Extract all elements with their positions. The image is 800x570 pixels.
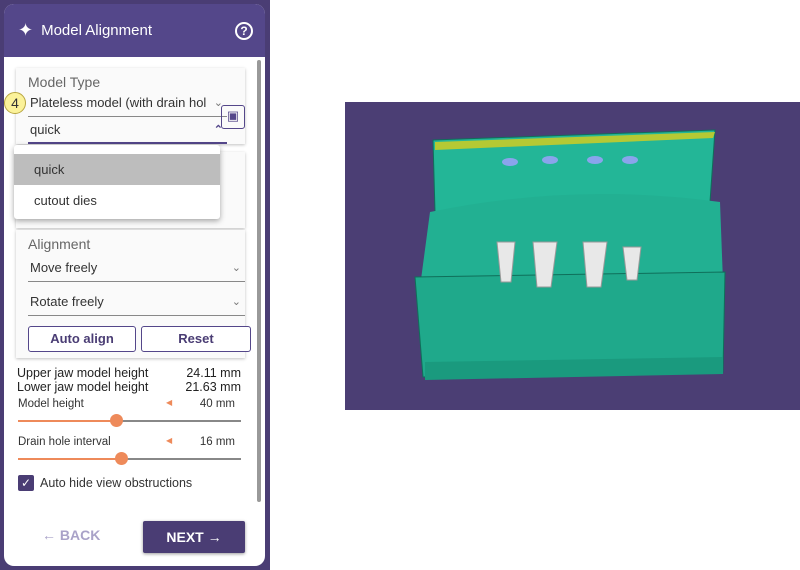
caret-left-icon: ◀ [166,436,173,445]
model-subtype-select[interactable]: quick ⌃ [28,118,227,144]
help-icon[interactable]: ? [235,22,253,40]
drain-hole-slider[interactable] [18,452,241,465]
model-type-label: Model Type [28,74,101,90]
magic-wand-icon: ✦ [18,20,34,40]
model-type-card: Model Type Plateless model (with drain h… [16,68,245,144]
slider-handle[interactable] [114,452,128,465]
auto-hide-label: Auto hide view obstructions [40,476,193,490]
lower-jaw-height: Lower jaw model height 21.63 mm [17,380,241,394]
arrow-left-icon: ← [42,527,60,543]
move-value: Move freely [30,260,98,275]
upper-jaw-height: Upper jaw model height 24.11 mm [17,366,241,380]
panel-title: Model Alignment [41,22,152,39]
rotate-select[interactable]: Rotate freely ⌄ [28,290,245,316]
subtype-dropdown-menu: quick cutout dies [14,145,220,219]
alignment-card: Alignment Move freely ⌄ Rotate freely ⌄ Au… [16,230,251,358]
dental-model-render [414,129,726,380]
back-button[interactable]: ← BACK [42,527,100,543]
rotate-value: Rotate freely [30,294,104,309]
drain-hole-label-row: Drain hole interval ◀ 16 mm [18,436,235,448]
next-button[interactable]: NEXT → [143,521,245,553]
model-type-select[interactable]: Plateless model (with drain hol ⌄ [28,91,227,117]
3d-viewport[interactable] [345,102,800,410]
model-type-value: Plateless model (with drain hol [30,95,207,110]
reset-button[interactable]: Reset [141,326,251,352]
option-cutout-dies[interactable]: cutout dies [14,185,220,216]
caret-left-icon: ◀ [166,398,173,407]
model-height-label-row: Model height ◀ 40 mm [18,398,235,410]
chevron-down-icon: ⌄ [231,296,241,308]
model-subtype-value: quick [30,122,61,137]
model-alignment-panel: ✦ Model Alignment ? Model Type Plateless… [4,4,265,566]
model-height-slider[interactable] [18,414,241,427]
step-badge: 4 [4,92,26,114]
panel-header: ✦ Model Alignment ? [4,4,265,57]
chevron-down-icon: ⌄ [231,262,241,274]
side-panel-frame: ✦ Model Alignment ? Model Type Plateless… [0,0,270,570]
move-select[interactable]: Move freely ⌄ [28,256,245,282]
arrow-right-icon: → [203,529,222,545]
auto-align-button[interactable]: Auto align [28,326,136,352]
save-icon[interactable]: ▣ [221,105,245,129]
alignment-label: Alignment [28,236,91,252]
slider-handle[interactable] [110,414,124,427]
option-quick[interactable]: quick [14,154,220,185]
scrollbar[interactable] [257,60,261,502]
auto-hide-checkbox[interactable]: ✓ [18,475,34,491]
